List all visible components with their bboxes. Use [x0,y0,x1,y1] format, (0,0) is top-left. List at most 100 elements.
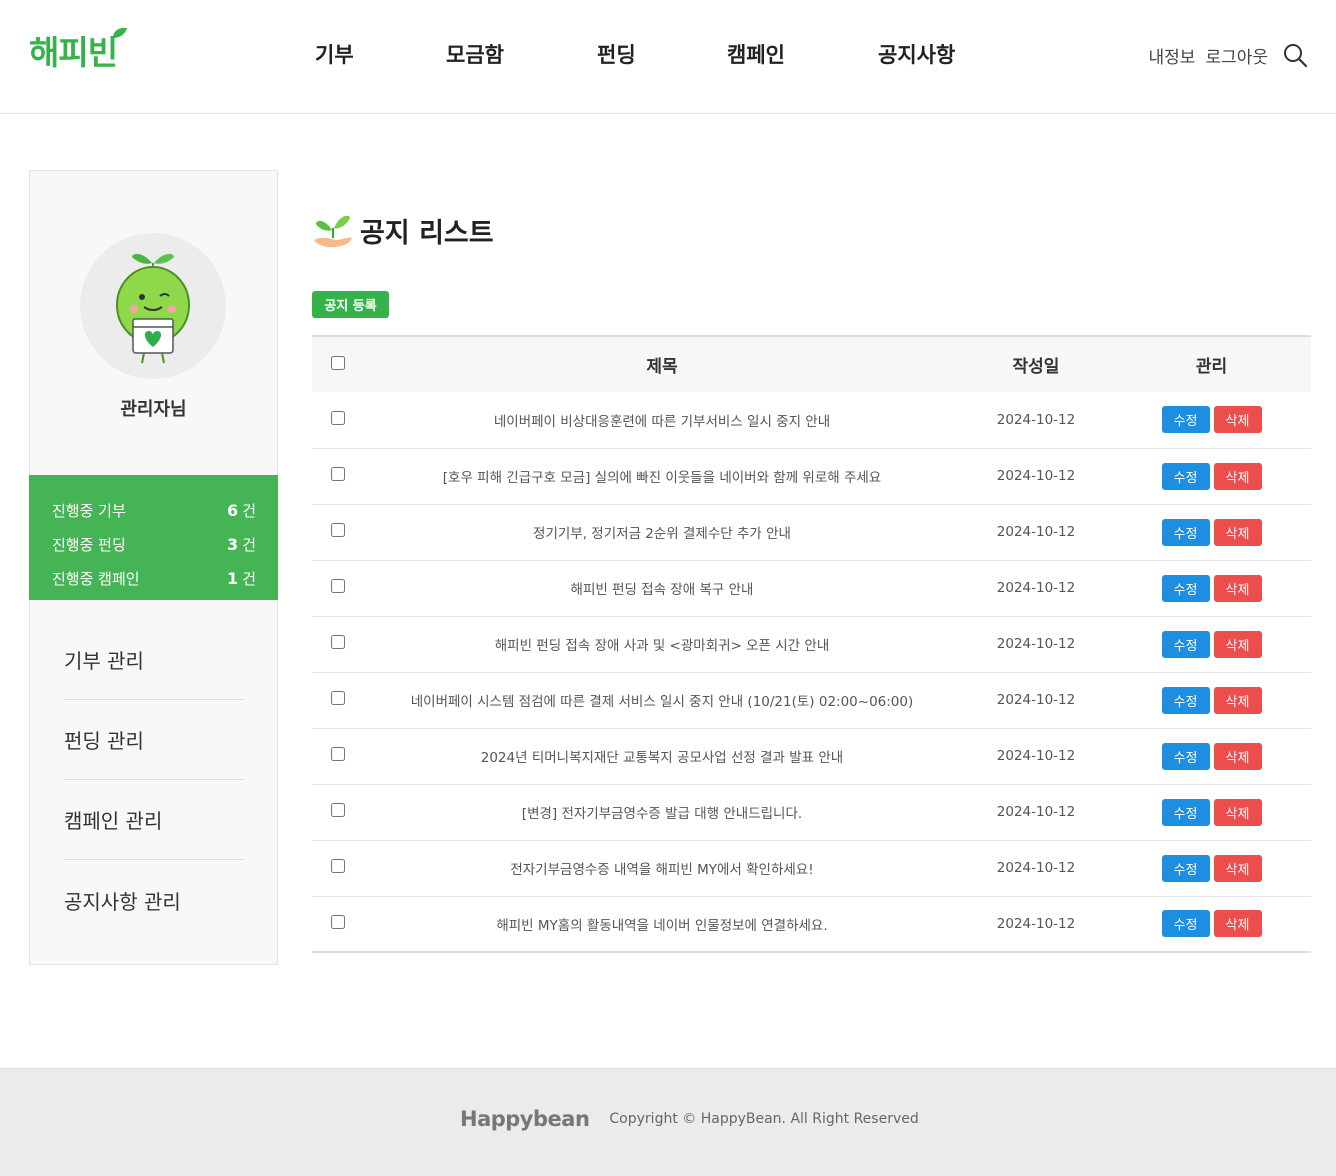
table-row: 네이버페이 비상대응훈련에 따른 기부서비스 일시 중지 안내 2024-10-1… [312,392,1311,449]
edit-button[interactable]: 수정 [1161,742,1210,770]
delete-button[interactable]: 삭제 [1213,518,1262,546]
edit-button[interactable]: 수정 [1161,630,1210,658]
avatar [80,233,226,379]
notice-title[interactable]: 해피빈 펀딩 접속 장애 복구 안내 [364,560,960,617]
notice-date: 2024-10-12 [960,616,1112,673]
nav-item-donation[interactable]: 기부 [315,38,354,72]
table-row: 해피빈 펀딩 접속 장애 복구 안내 2024-10-12 수정 삭제 [312,560,1311,617]
row-checkbox[interactable] [331,691,345,705]
manage-cell: 수정 삭제 [1112,840,1311,897]
row-checkbox[interactable] [331,410,345,425]
notice-date: 2024-10-12 [960,728,1112,785]
row-checkbox[interactable] [331,803,345,817]
table-row: 네이버페이 시스템 점검에 따른 결제 서비스 일시 중지 안내 (10/21(… [312,672,1311,729]
manage-cell: 수정 삭제 [1112,504,1311,561]
row-checkbox[interactable] [331,635,345,649]
notice-title[interactable]: [호우 피해 긴급구호 모금] 실의에 빠진 이웃들을 네이버와 함께 위로해 … [364,448,960,505]
edit-button[interactable]: 수정 [1161,574,1210,602]
notice-title[interactable]: 해피빈 펀딩 접속 장애 사과 및 <광마회귀> 오픈 시간 안내 [364,616,960,673]
row-checkbox[interactable] [331,579,345,593]
edit-button[interactable]: 수정 [1161,910,1210,938]
notice-date: 2024-10-12 [960,784,1112,841]
utility-menu: 내정보 로그아웃 [1149,38,1308,72]
edit-button[interactable]: 수정 [1161,798,1210,826]
notice-title[interactable]: 네이버페이 비상대응훈련에 따른 기부서비스 일시 중지 안내 [364,392,960,449]
delete-button[interactable]: 삭제 [1213,406,1262,434]
row-checkbox[interactable] [331,467,345,481]
edit-button[interactable]: 수정 [1161,406,1210,434]
table-row: [변경] 전자기부금영수증 발급 대행 안내드립니다. 2024-10-12 수정 삭… [312,784,1311,841]
delete-button[interactable]: 삭제 [1213,574,1262,602]
select-all-cell [312,336,364,392]
delete-button[interactable]: 삭제 [1213,854,1262,882]
row-checkbox-cell [312,840,364,897]
nav-item-fundraising[interactable]: 모금함 [446,38,504,72]
manage-cell: 수정 삭제 [1112,728,1311,785]
delete-button[interactable]: 삭제 [1213,686,1262,714]
menu-item-notice-manage[interactable]: 공지사항 관리 [64,860,244,940]
stat-value: 3건 [227,534,256,554]
edit-button[interactable]: 수정 [1161,518,1210,546]
stat-campaign: 진행중 캠페인 1건 [52,561,256,595]
select-all-checkbox[interactable] [331,355,345,370]
row-checkbox-cell [312,672,364,729]
delete-button[interactable]: 삭제 [1213,630,1262,658]
menu-item-donation-manage[interactable]: 기부 관리 [64,620,244,700]
header-date: 작성일 [960,336,1112,392]
manage-cell: 수정 삭제 [1112,560,1311,617]
row-checkbox[interactable] [331,859,345,873]
nav-item-campaign[interactable]: 캠페인 [727,38,785,72]
bean-mascot-icon [116,253,190,364]
table-row: [호우 피해 긴급구호 모금] 실의에 빠진 이웃들을 네이버와 함께 위로해 … [312,448,1311,505]
delete-button[interactable]: 삭제 [1213,910,1262,938]
menu-item-funding-manage[interactable]: 펀딩 관리 [64,700,244,780]
notice-title[interactable]: [변경] 전자기부금영수증 발급 대행 안내드립니다. [364,784,960,841]
stat-funding: 진행중 펀딩 3건 [52,527,256,561]
delete-button[interactable]: 삭제 [1213,462,1262,490]
header-title: 제목 [364,336,960,392]
table-row: 전자기부금영수증 내역을 해피빈 MY에서 확인하세요! 2024-10-12 수정… [312,840,1311,897]
row-checkbox-cell [312,616,364,673]
footer-copyright: Copyright © HappyBean. All Right Reserve… [609,1111,919,1127]
notice-title[interactable]: 네이버페이 시스템 점검에 따른 결제 서비스 일시 중지 안내 (10/21(… [364,672,960,729]
row-checkbox[interactable] [331,914,345,929]
leaf-icon [113,27,127,38]
row-checkbox[interactable] [331,747,345,761]
row-checkbox-cell [312,728,364,785]
stat-label: 진행중 기부 [52,501,126,520]
admin-name: 관리자님 [120,399,187,420]
edit-button[interactable]: 수정 [1161,686,1210,714]
edit-button[interactable]: 수정 [1161,462,1210,490]
manage-cell: 수정 삭제 [1112,896,1311,952]
table-row: 2024년 티머니복지재단 교통복지 공모사업 선정 결과 발표 안내 2024-… [312,728,1311,785]
table-row: 해피빈 MY홈의 활동내역을 네이버 인물정보에 연결하세요. 2024-10-1… [312,896,1311,952]
notice-date: 2024-10-12 [960,392,1112,449]
page-title-text: 공지 리스트 [360,217,494,249]
nav-item-funding[interactable]: 펀딩 [597,38,636,72]
edit-button[interactable]: 수정 [1161,854,1210,882]
notice-title[interactable]: 전자기부금영수증 내역을 해피빈 MY에서 확인하세요! [364,840,960,897]
sprout-hand-icon [314,215,352,248]
row-checkbox[interactable] [331,523,345,537]
brand-logo[interactable]: 해피빈 [29,27,127,76]
delete-button[interactable]: 삭제 [1213,742,1262,770]
register-notice-button[interactable]: 공지 등록 [312,291,389,318]
notice-date: 2024-10-12 [960,448,1112,505]
menu-item-campaign-manage[interactable]: 캠페인 관리 [64,780,244,860]
search-icon[interactable] [1282,42,1308,68]
stat-donation: 진행중 기부 6건 [52,493,256,527]
page-title: 공지 리스트 [312,208,494,252]
row-checkbox-cell [312,784,364,841]
row-checkbox-cell [312,504,364,561]
logout-link[interactable]: 로그아웃 [1205,43,1268,68]
my-info-link[interactable]: 내정보 [1149,43,1196,68]
notice-title[interactable]: 해피빈 MY홈의 활동내역을 네이버 인물정보에 연결하세요. [364,896,960,952]
notice-date: 2024-10-12 [960,672,1112,729]
nav-item-notice[interactable]: 공지사항 [878,38,955,72]
admin-menu: 기부 관리 펀딩 관리 캠페인 관리 공지사항 관리 [64,620,244,940]
notice-date: 2024-10-12 [960,504,1112,561]
stat-label: 진행중 펀딩 [52,535,126,554]
delete-button[interactable]: 삭제 [1213,798,1262,826]
notice-title[interactable]: 2024년 티머니복지재단 교통복지 공모사업 선정 결과 발표 안내 [364,728,960,785]
notice-title[interactable]: 정기기부, 정기저금 2순위 결제수단 추가 안내 [364,504,960,561]
